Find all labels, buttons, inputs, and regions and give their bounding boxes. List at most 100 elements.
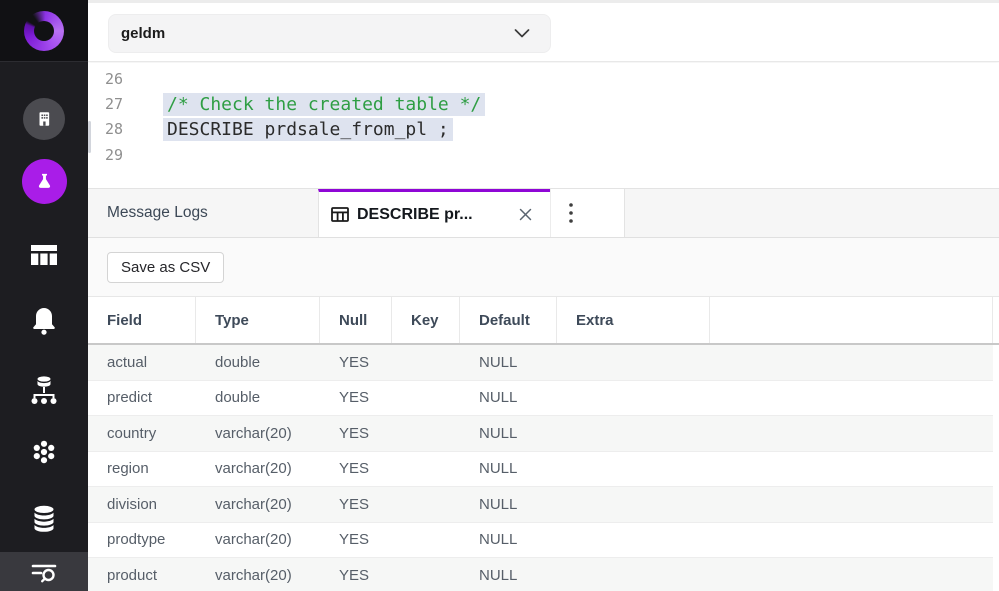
code-text xyxy=(163,154,171,156)
table-row[interactable]: countryvarchar(20)YESNULL xyxy=(88,416,993,452)
cell-null: YES xyxy=(320,345,392,380)
column-header-field[interactable]: Field xyxy=(88,297,196,343)
cell-extra xyxy=(557,381,710,416)
code-line[interactable]: 28 DESCRIBE prdsale_from_pl ; xyxy=(88,117,999,142)
sidebar-item-cluster[interactable] xyxy=(0,438,88,466)
table-row[interactable]: divisionvarchar(20)YES NULL xyxy=(88,487,993,523)
sidebar-item-building[interactable] xyxy=(0,98,88,140)
table-body: actualdoubleYESNULLpredictdoubleYESNULLc… xyxy=(88,345,993,591)
code-line[interactable]: 29 xyxy=(88,142,999,167)
logo-block xyxy=(0,0,88,62)
results-toolbar: Save as CSV xyxy=(88,238,999,296)
cell-extra xyxy=(557,345,710,380)
sidebar-item-search-logs[interactable] xyxy=(0,552,88,591)
sidebar-item-database[interactable] xyxy=(0,504,88,532)
cell-extra xyxy=(557,523,710,558)
cell-type: double xyxy=(196,345,320,380)
cell-key xyxy=(392,558,460,591)
table-row[interactable]: predictdoubleYES NULL xyxy=(88,381,993,417)
cell-filler xyxy=(710,416,993,451)
database-stack-icon xyxy=(29,504,59,532)
tab-overflow-menu[interactable] xyxy=(550,189,625,237)
table-grid-icon xyxy=(331,207,349,222)
table-row[interactable]: productvarchar(20)YESNULL xyxy=(88,558,993,591)
cell-default: NULL xyxy=(460,487,557,522)
cell-filler xyxy=(710,345,993,380)
sidebar-item-notifications[interactable] xyxy=(0,306,88,336)
cell-type: double xyxy=(196,381,320,416)
cell-type: varchar(20) xyxy=(196,523,320,558)
tab-describe-label: DESCRIBE pr... xyxy=(357,206,514,224)
cell-default: NULL xyxy=(460,523,557,558)
table-header-row: FieldTypeNullKeyDefaultExtra xyxy=(88,296,999,345)
dots-cluster-icon xyxy=(30,438,58,466)
column-header-extra[interactable]: Extra xyxy=(557,297,710,343)
cell-null: YES xyxy=(320,487,392,522)
cell-filler xyxy=(710,523,993,558)
column-header-key[interactable]: Key xyxy=(392,297,460,343)
column-header-null[interactable]: Null xyxy=(320,297,392,343)
chevron-down-icon xyxy=(514,29,530,38)
table-row[interactable]: regionvarchar(20)YESNULL xyxy=(88,452,993,488)
cell-field: product xyxy=(88,558,196,591)
cell-key xyxy=(392,416,460,451)
tab-message-logs-label: Message Logs xyxy=(107,204,208,222)
editor-scrollbar[interactable] xyxy=(88,121,91,153)
code-text: DESCRIBE prdsale_from_pl ; xyxy=(163,118,453,141)
code-line[interactable]: 26 xyxy=(88,66,999,91)
cell-key xyxy=(392,381,460,416)
cell-field: region xyxy=(88,452,196,487)
cell-type: varchar(20) xyxy=(196,452,320,487)
kebab-vertical-dots-icon xyxy=(568,202,574,224)
main-panel: geldm 2627/* Check the created table */2… xyxy=(88,0,999,591)
column-header-type[interactable]: Type xyxy=(196,297,320,343)
cell-key xyxy=(392,487,460,522)
cell-default: NULL xyxy=(460,381,557,416)
cell-null: YES xyxy=(320,381,392,416)
cell-key xyxy=(392,452,460,487)
cell-field: actual xyxy=(88,345,196,380)
sidebar-item-flask[interactable] xyxy=(0,159,88,204)
cell-null: YES xyxy=(320,523,392,558)
server-network-icon xyxy=(29,374,59,406)
line-number: 28 xyxy=(88,120,123,138)
schema-dropdown-value: geldm xyxy=(121,25,514,42)
cell-field: predict xyxy=(88,381,196,416)
cell-filler xyxy=(710,487,993,522)
table-row[interactable]: prodtypevarchar(20)YES NULL xyxy=(88,523,993,559)
cell-null: YES xyxy=(320,416,392,451)
save-as-csv-button[interactable]: Save as CSV xyxy=(107,252,224,283)
cell-extra xyxy=(557,487,710,522)
cell-null: YES xyxy=(320,452,392,487)
sidebar xyxy=(0,0,88,591)
sidebar-item-dashboard[interactable] xyxy=(0,242,88,268)
app-logo-icon[interactable] xyxy=(24,11,64,51)
cell-filler xyxy=(710,452,993,487)
cell-type: varchar(20) xyxy=(196,416,320,451)
cell-key xyxy=(392,523,460,558)
column-header-default[interactable]: Default xyxy=(460,297,557,343)
table-row[interactable]: actualdoubleYESNULL xyxy=(88,345,993,381)
cell-field: country xyxy=(88,416,196,451)
cell-key xyxy=(392,345,460,380)
close-tab-icon[interactable] xyxy=(514,204,536,226)
cell-filler xyxy=(710,558,993,591)
sidebar-item-server[interactable] xyxy=(0,374,88,406)
tab-message-logs[interactable]: Message Logs xyxy=(88,189,318,237)
line-number: 27 xyxy=(88,95,123,113)
tab-describe-results[interactable]: DESCRIBE pr... xyxy=(318,189,550,237)
cell-filler xyxy=(710,381,993,416)
results-tabbar: Message Logs DESCRIBE pr... xyxy=(88,188,999,238)
code-text: /* Check the created table */ xyxy=(163,93,485,116)
cell-field: prodtype xyxy=(88,523,196,558)
code-line[interactable]: 27 /* Check the created table */ xyxy=(88,91,999,116)
bell-icon xyxy=(30,306,58,336)
code-editor[interactable]: 26 27 /* Check the created table */ 28 DESCR… xyxy=(88,63,999,188)
describe-results-table: FieldTypeNullKeyDefaultExtra actualdoubl… xyxy=(88,296,999,591)
line-number: 29 xyxy=(88,146,123,164)
cell-type: varchar(20) xyxy=(196,487,320,522)
schema-dropdown[interactable]: geldm xyxy=(108,14,551,53)
code-text xyxy=(163,78,171,80)
flask-icon xyxy=(22,159,67,204)
cell-field: division xyxy=(88,487,196,522)
